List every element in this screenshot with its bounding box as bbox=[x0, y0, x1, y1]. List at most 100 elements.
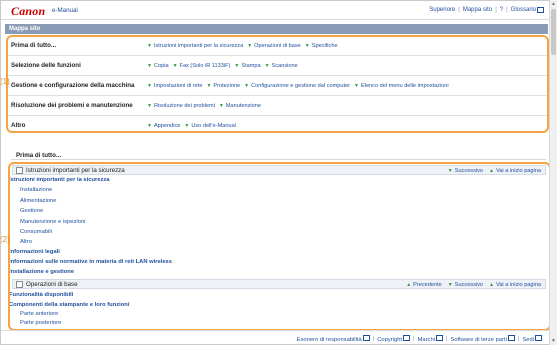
topic-label: Prima di tutto... bbox=[11, 42, 57, 49]
topic-label: Selezione delle funzioni bbox=[11, 62, 81, 69]
group-title: Istruzioni importanti per la sicurezza bbox=[26, 166, 125, 174]
scroll-up-icon[interactable]: ▲ bbox=[551, 1, 556, 7]
new-window-icon bbox=[403, 335, 411, 341]
link-top[interactable]: Superiore bbox=[429, 7, 455, 13]
topic-table: Prima di tutto... ▼ Istruzioni importanti… bbox=[7, 36, 548, 135]
list-item[interactable]: Altro bbox=[20, 239, 32, 245]
arrow-down-icon: ▼ bbox=[247, 42, 253, 49]
top-links: Superiore | Mappa sito | ? | Glossario bbox=[429, 7, 544, 13]
arrow-down-icon: ▼ bbox=[172, 62, 178, 69]
arrow-down-icon: ▼ bbox=[447, 168, 453, 174]
topic-row: Prima di tutto... ▼ Istruzioni importanti… bbox=[7, 36, 548, 56]
page-top-link[interactable]: ▲ Vai a inizio pagina bbox=[489, 168, 541, 174]
footer-link[interactable]: Copyright bbox=[377, 335, 411, 343]
arrow-down-icon: ▼ bbox=[184, 122, 190, 129]
vertical-scrollbar[interactable]: ▲ ▼ bbox=[549, 0, 557, 345]
group-title: Operazioni di base bbox=[26, 280, 78, 288]
topic-row: Gestione e configurazione della macchina… bbox=[7, 76, 548, 96]
list-item[interactable]: Istruzioni importanti per la sicurezza bbox=[9, 177, 110, 183]
topic-link[interactable]: ▼ Specifiche bbox=[305, 43, 338, 49]
page-title: Mappa sito bbox=[5, 24, 548, 34]
topic-link[interactable]: ▼ Protezione bbox=[206, 83, 240, 89]
list-item[interactable]: Manutenzione e ispezioni bbox=[20, 219, 85, 225]
arrow-down-icon: ▼ bbox=[147, 62, 152, 69]
topic-label: Altro bbox=[11, 122, 26, 129]
footer-link[interactable]: Sedi bbox=[522, 335, 542, 343]
topic-link[interactable]: ▼ Configurazione e gestione dal computer bbox=[244, 83, 350, 89]
arrow-up-icon: ▲ bbox=[489, 282, 494, 288]
topic-link[interactable]: ▼ Stampa bbox=[234, 63, 260, 69]
footer-link[interactable]: Marchi bbox=[418, 335, 443, 343]
arrow-down-icon: ▼ bbox=[447, 282, 453, 288]
list-item[interactable]: Componenti della stampante e loro funzio… bbox=[9, 302, 129, 308]
list-item[interactable]: Installazione bbox=[20, 187, 52, 193]
arrow-down-icon: ▼ bbox=[354, 82, 359, 89]
topic-link[interactable]: ▼ Appendice bbox=[147, 123, 180, 129]
topic-link[interactable]: ▼ Fax (Solo iR 1133iF) bbox=[173, 63, 231, 69]
list-item[interactable]: Parte posteriore bbox=[20, 320, 61, 326]
topic-link[interactable]: ▼ Operazioni di base bbox=[247, 43, 301, 49]
section-divider bbox=[11, 159, 546, 160]
list-item[interactable]: Installazione e gestione bbox=[9, 269, 74, 275]
topic-row: Risoluzione dei problemi e manutenzione … bbox=[7, 96, 548, 116]
topic-link[interactable]: ▼ Impostazioni di rete bbox=[147, 83, 202, 89]
list-item[interactable]: Parte anteriore bbox=[20, 311, 58, 317]
canon-logo: Canon bbox=[11, 4, 46, 18]
footer-bar: Esonero di responsabilità | Copyright | … bbox=[1, 330, 552, 344]
arrow-up-icon: ▲ bbox=[406, 282, 412, 288]
new-window-icon bbox=[535, 335, 542, 341]
list-item[interactable]: Informazioni legali bbox=[9, 249, 60, 255]
link-help[interactable]: ? bbox=[500, 7, 503, 13]
topic-link[interactable]: ▼ Uso dell'e-Manual bbox=[184, 123, 236, 129]
new-window-icon bbox=[507, 335, 515, 341]
topic-link[interactable]: ▼ Scansione bbox=[265, 63, 298, 69]
topic-link[interactable]: ▼ Risoluzione dei problemi bbox=[147, 103, 215, 109]
manual-window: Canon e-Manual Superiore | Mappa sito | … bbox=[0, 0, 553, 345]
topic-row: Selezione delle funzioni ▼ Copia ▼ Fax (So… bbox=[7, 56, 548, 76]
footer-link[interactable]: Esonero di responsabilità bbox=[297, 335, 370, 343]
header-bar: Canon e-Manual Superiore | Mappa sito | … bbox=[1, 1, 552, 20]
link-sitemap[interactable]: Mappa sito bbox=[463, 7, 492, 13]
arrow-down-icon: ▼ bbox=[264, 62, 270, 69]
arrow-down-icon: ▼ bbox=[206, 82, 212, 89]
topic-link[interactable]: ▼ Elenco del menu delle impostazioni bbox=[354, 83, 449, 89]
arrow-down-icon: ▼ bbox=[147, 102, 152, 109]
topic-link[interactable]: ▼ Copia bbox=[147, 63, 169, 69]
new-window-icon bbox=[362, 335, 370, 341]
topic-link[interactable]: ▼ Manutenzione bbox=[219, 103, 261, 109]
list-item[interactable]: Consumabili bbox=[20, 229, 52, 235]
arrow-down-icon: ▼ bbox=[218, 102, 224, 109]
arrow-down-icon: ▼ bbox=[147, 122, 152, 129]
collapse-box-icon[interactable] bbox=[16, 280, 23, 288]
group-header-basic: Operazioni di base ▲ Precedente ▼ Successi… bbox=[12, 279, 546, 289]
link-glossary[interactable]: Glossario bbox=[511, 7, 544, 13]
list-item[interactable]: Informazioni sulle normative in materia … bbox=[9, 259, 172, 265]
topic-link[interactable]: ▼ Istruzioni importanti per la sicurezza bbox=[147, 43, 243, 49]
scroll-down-icon[interactable]: ▼ bbox=[551, 338, 556, 344]
collapse-box-icon[interactable] bbox=[16, 166, 23, 174]
arrow-down-icon: ▼ bbox=[147, 42, 152, 49]
scroll-thumb[interactable] bbox=[551, 9, 556, 55]
group-header-safety: Istruzioni importanti per la sicurezza ▼… bbox=[12, 165, 546, 175]
product-name: e-Manual bbox=[52, 7, 78, 14]
footer-links: Esonero di responsabilità | Copyright | … bbox=[297, 335, 542, 343]
previous-link[interactable]: ▲ Precedente bbox=[406, 282, 442, 288]
topic-label: Risoluzione dei problemi e manutenzione bbox=[11, 102, 133, 109]
footer-link[interactable]: Software di terze parti bbox=[450, 335, 515, 343]
callout-1: (1) bbox=[0, 77, 10, 86]
topic-label: Gestione e configurazione della macchina bbox=[11, 82, 135, 89]
arrow-down-icon: ▼ bbox=[147, 82, 152, 89]
list-item[interactable]: Alimentazione bbox=[20, 198, 56, 204]
list-item[interactable]: Gestione bbox=[20, 208, 43, 214]
arrow-down-icon: ▼ bbox=[244, 82, 250, 89]
new-window-icon bbox=[537, 7, 544, 13]
next-link[interactable]: ▼ Successivo bbox=[448, 168, 483, 174]
next-link[interactable]: ▼ Successivo bbox=[448, 282, 483, 288]
section-title: Prima di tutto... bbox=[16, 152, 62, 159]
page-top-link[interactable]: ▲ Vai a inizio pagina bbox=[489, 282, 541, 288]
topic-row: Altro ▼ Appendice ▼ Uso dell'e-Manual bbox=[7, 116, 548, 135]
callout-2: (2) bbox=[0, 235, 10, 244]
list-item[interactable]: Funzionalità disponibili bbox=[9, 292, 73, 298]
arrow-down-icon: ▼ bbox=[234, 62, 240, 69]
new-window-icon bbox=[435, 335, 443, 341]
